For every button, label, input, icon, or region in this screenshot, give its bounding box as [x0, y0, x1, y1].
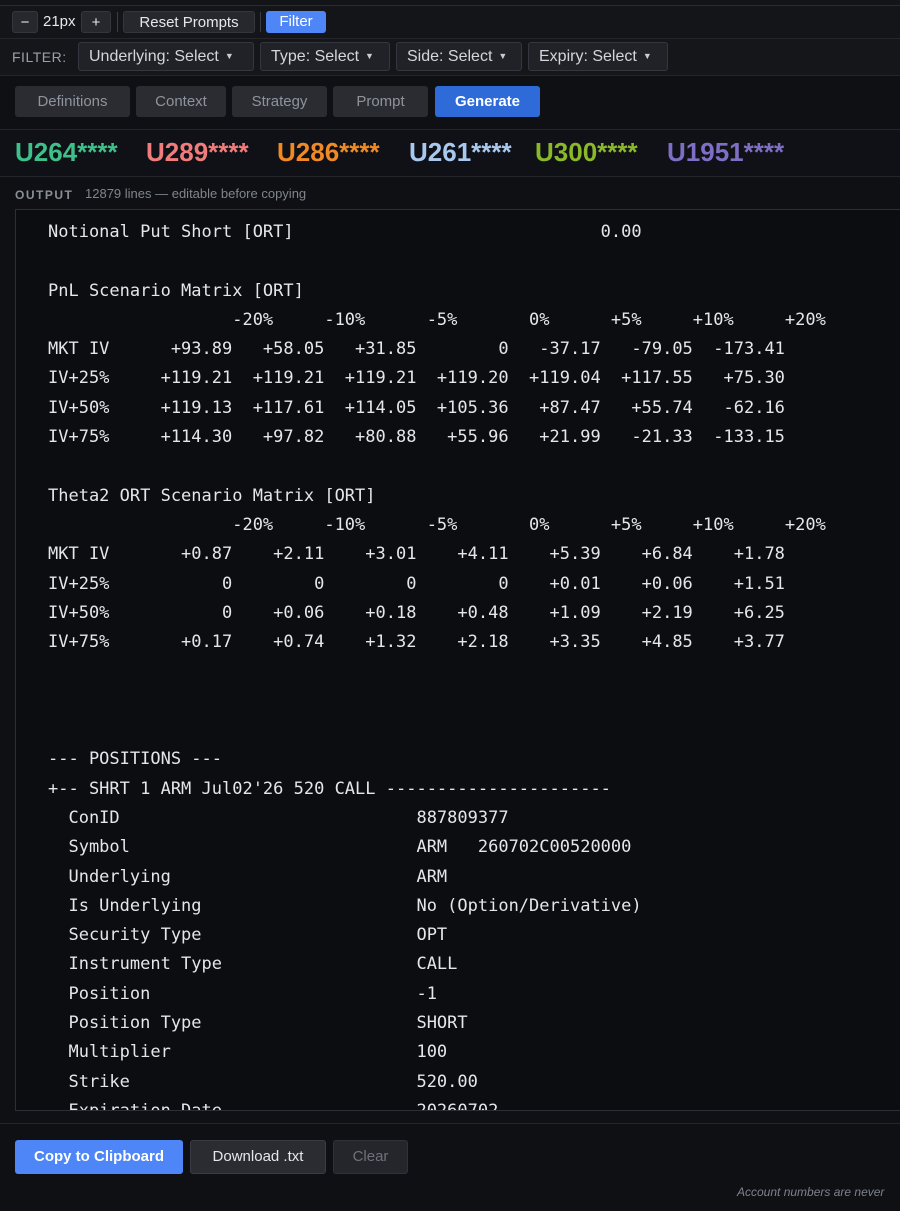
- chevron-down-icon: ▼: [365, 51, 374, 61]
- clear-button[interactable]: Clear: [333, 1140, 408, 1174]
- account-chip[interactable]: U261****: [409, 136, 512, 168]
- decrease-font-button[interactable]: −: [12, 11, 38, 33]
- font-size-label: 21px: [43, 13, 76, 30]
- tab-context[interactable]: Context: [136, 86, 226, 117]
- bottom-actions: Copy to Clipboard Download .txt Clear Ac…: [0, 1123, 900, 1211]
- chevron-down-icon: ▼: [642, 51, 652, 61]
- account-chip[interactable]: U289****: [146, 136, 249, 168]
- expiry-dropdown-label: Expiry: Select: [539, 48, 637, 65]
- increase-font-button[interactable]: +: [81, 11, 111, 33]
- chevron-down-icon: ▼: [498, 51, 508, 61]
- output-header: OUTPUT 12879 lines — editable before cop…: [15, 186, 306, 204]
- side-dropdown[interactable]: Side: Select ▼: [396, 42, 522, 71]
- toolbar-divider: [117, 12, 118, 32]
- underlying-dropdown-label: Underlying: Select: [89, 48, 219, 65]
- output-textarea[interactable]: Notional Put Short [ORT] 0.00 PnL Scenar…: [15, 209, 900, 1111]
- tab-prompt[interactable]: Prompt: [333, 86, 428, 117]
- tab-definitions[interactable]: Definitions: [15, 86, 130, 117]
- account-chip[interactable]: U300****: [535, 136, 638, 168]
- copy-to-clipboard-button[interactable]: Copy to Clipboard: [15, 1140, 183, 1174]
- account-chip[interactable]: U264****: [15, 136, 118, 168]
- chevron-down-icon: ▼: [224, 51, 234, 61]
- type-dropdown[interactable]: Type: Select ▼: [260, 42, 390, 71]
- account-chip[interactable]: U1951****: [667, 136, 784, 168]
- output-text[interactable]: Notional Put Short [ORT] 0.00 PnL Scenar…: [16, 210, 900, 1110]
- privacy-note: Account numbers are never: [737, 1185, 885, 1199]
- expiry-dropdown[interactable]: Expiry: Select ▼: [528, 42, 668, 71]
- tab-strategy[interactable]: Strategy: [232, 86, 327, 117]
- generate-button[interactable]: Generate: [435, 86, 540, 117]
- toolbar-divider: [260, 12, 261, 32]
- filter-label: FILTER:: [12, 49, 67, 65]
- output-line-count: 12879 lines — editable before copying: [85, 186, 307, 201]
- account-chip[interactable]: U286****: [277, 136, 380, 168]
- output-label: OUTPUT: [15, 188, 74, 202]
- side-dropdown-label: Side: Select: [407, 48, 493, 65]
- type-dropdown-label: Type: Select: [271, 48, 360, 65]
- prompt-tabs: Definitions Context Strategy Prompt Gene…: [0, 76, 900, 128]
- underlying-dropdown[interactable]: Underlying: Select ▼: [78, 42, 254, 71]
- download-txt-button[interactable]: Download .txt: [190, 1140, 326, 1174]
- reset-prompts-button[interactable]: Reset Prompts: [123, 11, 255, 33]
- filter-button[interactable]: Filter: [266, 11, 326, 33]
- top-toolbar: − 21px + Reset Prompts Filter: [0, 0, 900, 39]
- filter-bar: FILTER: Underlying: Select ▼ Type: Select…: [0, 39, 900, 76]
- account-list: U264**** U289**** U286**** U261**** U300…: [0, 129, 900, 177]
